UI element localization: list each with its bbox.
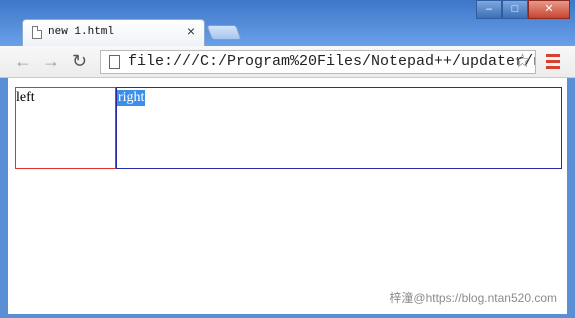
tab-new-1[interactable]: new 1.html × xyxy=(22,19,205,46)
reload-icon[interactable]: ↻ xyxy=(72,51,87,71)
page-content: left right 梓潼@https://blog.ntan520.com xyxy=(8,78,567,314)
menu-icon[interactable] xyxy=(546,54,560,72)
title-bar: new 1.html × – □ ✕ xyxy=(0,0,575,46)
right-text: right xyxy=(117,90,146,106)
forward-icon[interactable]: → xyxy=(42,51,60,71)
left-text: left xyxy=(16,90,35,105)
star-icon[interactable]: ☆ xyxy=(514,51,531,73)
watermark: 梓潼@https://blog.ntan520.com xyxy=(389,291,557,305)
left-box: left xyxy=(15,87,116,169)
new-tab-button[interactable] xyxy=(206,25,242,40)
page-icon xyxy=(109,55,120,69)
close-window-button[interactable]: ✕ xyxy=(528,0,570,19)
page-icon xyxy=(32,26,42,39)
close-icon[interactable]: × xyxy=(187,23,195,39)
window-controls: – □ ✕ xyxy=(476,0,570,20)
address-bar[interactable]: file:///C:/Program%20Files/Notepad++/upd… xyxy=(100,50,536,74)
url-text[interactable]: file:///C:/Program%20Files/Notepad++/upd… xyxy=(128,53,535,70)
browser-window: new 1.html × – □ ✕ ← → ↻ file:///C:/Prog… xyxy=(0,0,575,318)
toolbar: ← → ↻ file:///C:/Program%20Files/Notepad… xyxy=(0,46,575,78)
right-box: right xyxy=(116,87,562,169)
back-icon[interactable]: ← xyxy=(14,51,32,71)
tab-title: new 1.html xyxy=(48,26,115,38)
minimize-button[interactable]: – xyxy=(476,0,502,19)
maximize-button[interactable]: □ xyxy=(502,0,528,19)
